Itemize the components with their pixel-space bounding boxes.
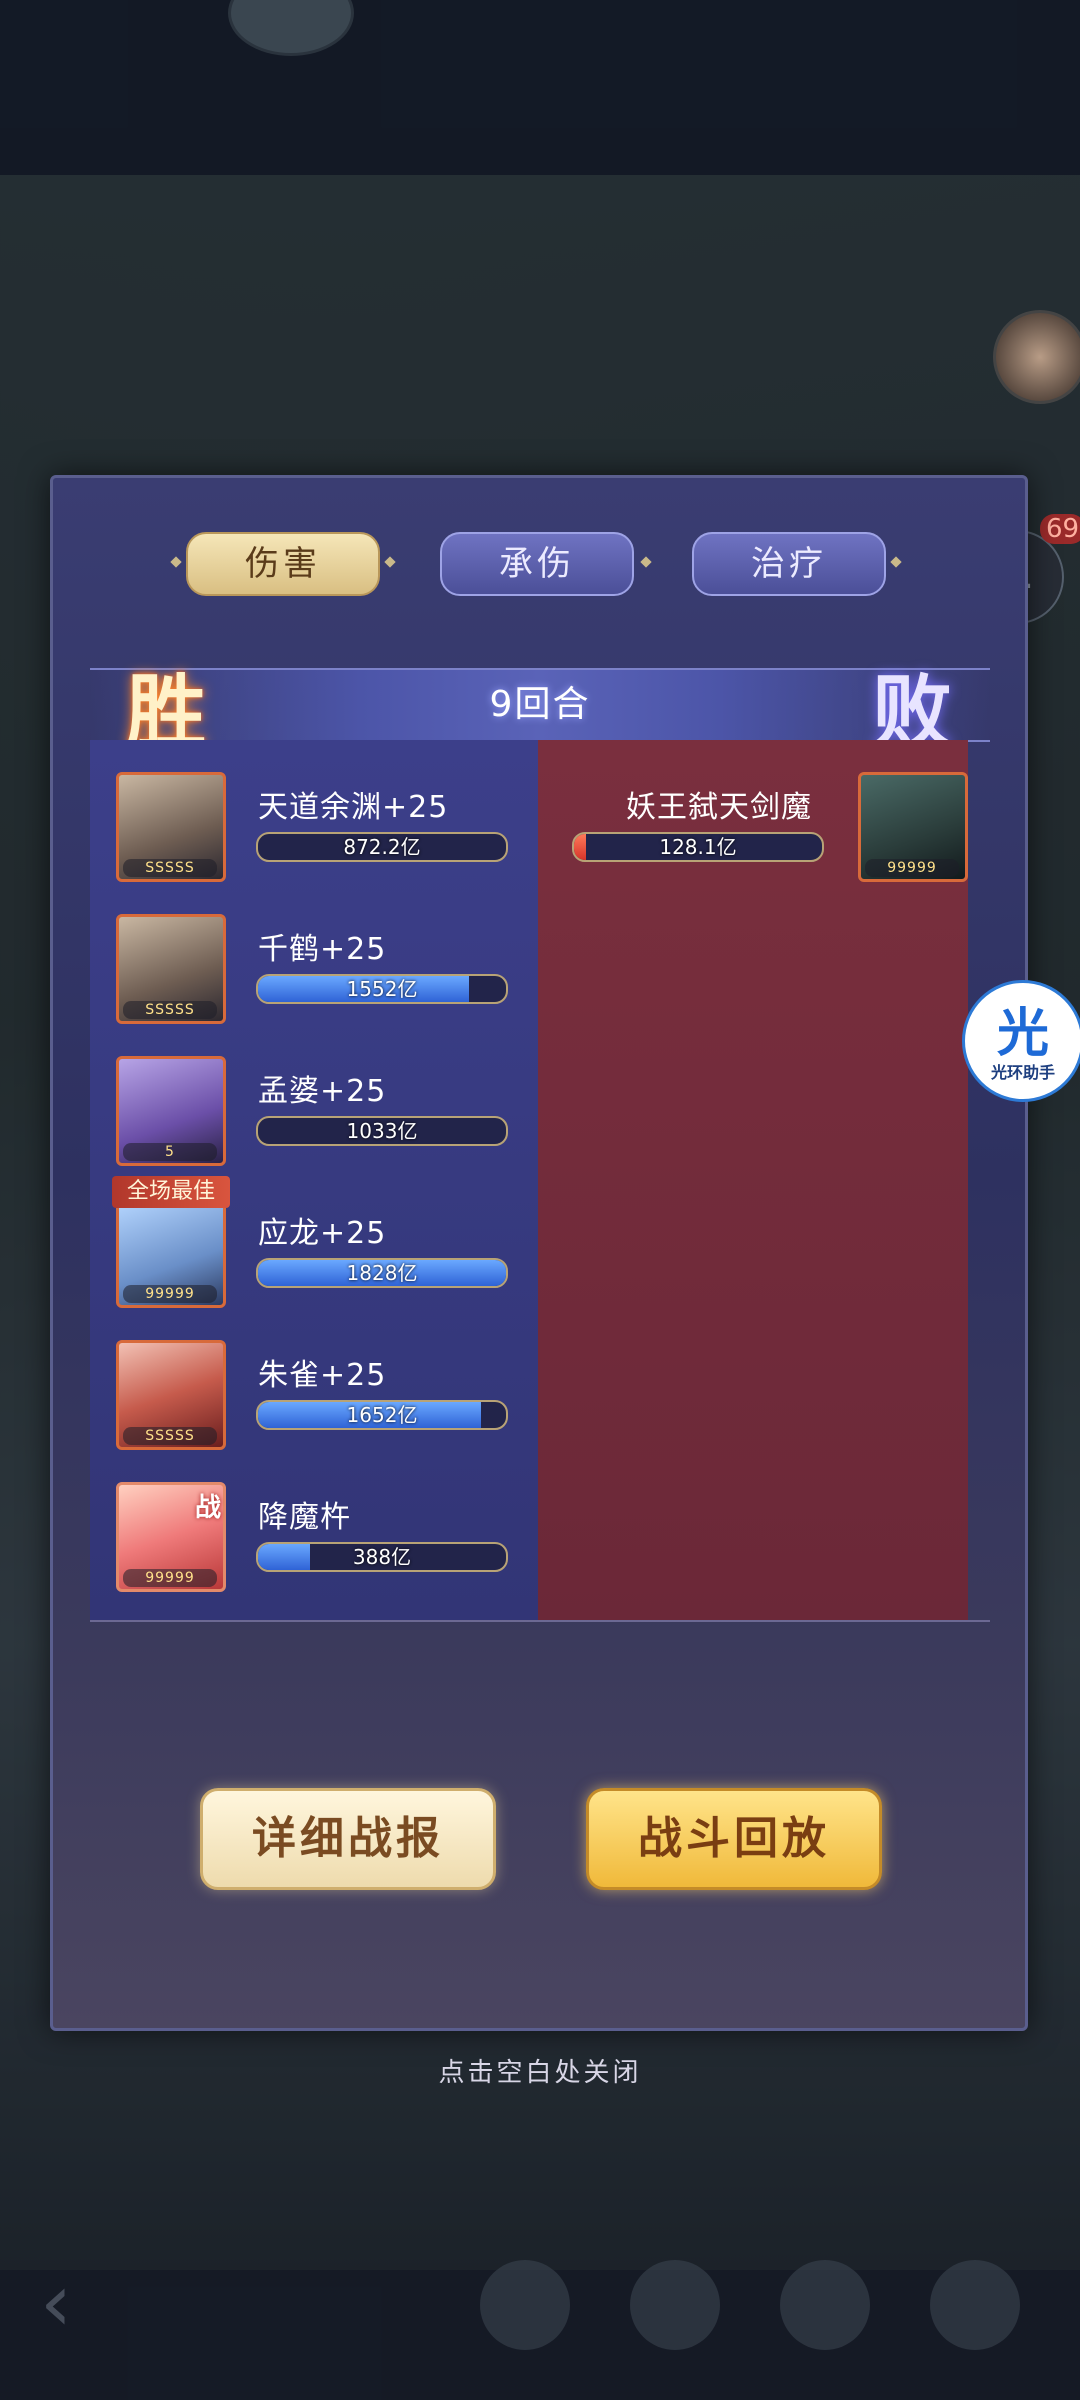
- damage-value: 128.1亿: [659, 835, 737, 859]
- star-rank: SSSSS: [123, 1427, 217, 1445]
- hero-portrait[interactable]: SSSSS: [116, 1340, 226, 1450]
- artifact-portrait[interactable]: 战 99999: [116, 1482, 226, 1592]
- star-rank: 99999: [865, 859, 959, 877]
- tab-healing[interactable]: 治疗: [692, 532, 886, 596]
- ally-row[interactable]: SSSSS 朱雀+25 1652亿: [0, 1340, 1080, 1460]
- star-rank: 99999: [123, 1569, 217, 1587]
- mvp-badge: 全场最佳: [112, 1176, 230, 1208]
- back-arrow-icon: ‹: [40, 2256, 72, 2349]
- damage-value: 388亿: [352, 1545, 412, 1569]
- hero-portrait[interactable]: SSSSS: [116, 914, 226, 1024]
- assistant-float-button[interactable]: 光 光环助手: [962, 980, 1080, 1102]
- damage-value: 1552亿: [346, 977, 418, 1001]
- damage-bar: 1652亿: [256, 1400, 508, 1430]
- bottom-nav-item: [930, 2260, 1020, 2350]
- damage-bar: 1828亿: [256, 1258, 508, 1288]
- bottom-nav-item: [630, 2260, 720, 2350]
- star-rank: 5: [123, 1143, 217, 1161]
- hero-name: 千鹤+25: [258, 932, 387, 967]
- star-rank: SSSSS: [123, 1001, 217, 1019]
- ally-row[interactable]: 战 99999 降魔杵 388亿: [0, 1482, 1080, 1602]
- damage-bar: 1033亿: [256, 1116, 508, 1146]
- assistant-label: 光环助手: [990, 1063, 1055, 1082]
- damage-bar: 1552亿: [256, 974, 508, 1004]
- notification-badge: 69: [1040, 514, 1080, 544]
- round-count: 9回合: [489, 684, 591, 725]
- ally-row[interactable]: 99999 全场最佳 应龙+25 1828亿: [0, 1176, 1080, 1318]
- tab-damage[interactable]: 伤害: [186, 532, 380, 596]
- hero-portrait[interactable]: 5: [116, 1056, 226, 1166]
- detailed-report-button[interactable]: 详细战报: [200, 1788, 496, 1890]
- column-divider: [90, 1620, 990, 1622]
- hero-name: 朱雀+25: [258, 1358, 387, 1393]
- enemy-name: 妖王弑天剑魔: [626, 790, 812, 825]
- star-rank: 99999: [123, 1285, 217, 1303]
- hero-name: 应龙+25: [258, 1216, 387, 1251]
- hero-portrait[interactable]: 99999: [116, 1198, 226, 1308]
- ally-row[interactable]: SSSSS 千鹤+25 1552亿: [0, 914, 1080, 1034]
- bottom-nav-item: [480, 2260, 570, 2350]
- side-avatar: [993, 310, 1080, 404]
- ally-row[interactable]: 5 孟婆+25 1033亿: [0, 1056, 1080, 1176]
- damage-value: 1033亿: [346, 1119, 418, 1143]
- hero-name: 孟婆+25: [258, 1074, 387, 1109]
- close-hint: 点击空白处关闭: [438, 2058, 642, 2088]
- damage-bar: 128.1亿: [572, 832, 824, 862]
- damage-value: 1652亿: [346, 1403, 418, 1427]
- battle-tag: 战: [194, 1493, 221, 1523]
- enemy-row[interactable]: 妖王弑天剑魔 128.1亿 99999: [0, 772, 1080, 892]
- battle-replay-button[interactable]: 战斗回放: [586, 1788, 882, 1890]
- assistant-icon: 光: [996, 1004, 1049, 1064]
- tab-damage-taken[interactable]: 承伤: [440, 532, 634, 596]
- bottom-nav-item: [780, 2260, 870, 2350]
- damage-bar: 388亿: [256, 1542, 508, 1572]
- damage-value: 1828亿: [346, 1261, 418, 1285]
- enemy-portrait[interactable]: 99999: [858, 772, 968, 882]
- hero-name: 降魔杵: [258, 1500, 351, 1535]
